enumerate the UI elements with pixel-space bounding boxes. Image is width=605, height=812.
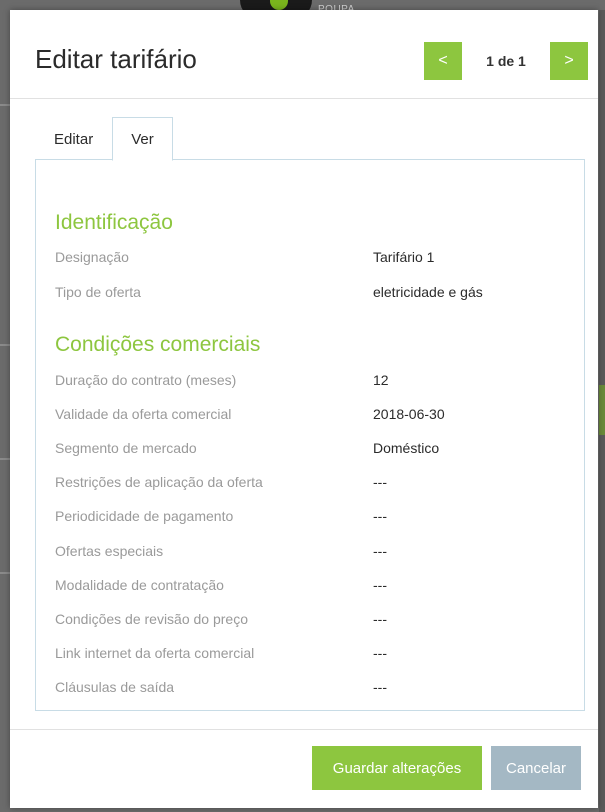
detail-row: Periodicidade de pagamento --- [55, 508, 575, 528]
detail-value: eletricidade e gás [373, 284, 483, 300]
detail-value: --- [373, 543, 387, 559]
detail-value: --- [373, 679, 387, 695]
detail-row: Modalidade de contratação --- [55, 577, 575, 597]
tab-ver[interactable]: Ver [112, 117, 173, 161]
section-title-condicoes: Condições comerciais [55, 333, 261, 356]
detail-label: Validade da oferta comercial [55, 406, 232, 422]
detail-value: --- [373, 611, 387, 627]
pager: < 1 de 1 > [424, 42, 588, 80]
previous-button[interactable]: < [424, 42, 462, 80]
detail-row: Segmento de mercado Doméstico [55, 440, 575, 460]
detail-row: Tipo de oferta eletricidade e gás [55, 284, 575, 304]
detail-row: Restrições de aplicação da oferta --- [55, 474, 575, 494]
cancel-button[interactable]: Cancelar [491, 746, 581, 790]
detail-label: Periodicidade de pagamento [55, 508, 234, 524]
detail-value: 12 [373, 372, 389, 388]
tab-bar: Editar Ver [35, 117, 173, 161]
detail-label: Link internet da oferta comercial [55, 645, 255, 661]
detail-value: 2018-06-30 [373, 406, 445, 422]
detail-label: Ofertas especiais [55, 543, 164, 559]
detail-value: Tarifário 1 [373, 249, 435, 265]
detail-value: --- [373, 645, 387, 661]
detail-value: --- [373, 474, 387, 490]
detail-label: Condições de revisão do preço [55, 611, 249, 627]
modal-footer: Guardar alterações Cancelar [10, 729, 598, 809]
detail-label: Cláusulas de saída [55, 679, 175, 695]
detail-label: Designação [55, 249, 129, 265]
detail-label: Duração do contrato (meses) [55, 372, 237, 388]
detail-row: Duração do contrato (meses) 12 [55, 372, 575, 392]
tab-editar[interactable]: Editar [35, 117, 112, 161]
detail-label: Modalidade de contratação [55, 577, 224, 593]
detail-row: Validade da oferta comercial 2018-06-30 [55, 406, 575, 426]
detail-label: Segmento de mercado [55, 440, 197, 456]
detail-row: Ofertas especiais --- [55, 543, 575, 563]
detail-label: Tipo de oferta [55, 284, 141, 300]
detail-label: Restrições de aplicação da oferta [55, 474, 263, 490]
modal-header: Editar tarifário < 1 de 1 > [10, 10, 598, 99]
next-button[interactable]: > [550, 42, 588, 80]
detail-row: Link internet da oferta comercial --- [55, 645, 575, 665]
detail-row: Condições de revisão do preço --- [55, 611, 575, 631]
background-right-accent [599, 385, 605, 435]
pager-position: 1 de 1 [486, 53, 526, 69]
detail-value: --- [373, 577, 387, 593]
detail-value: --- [373, 508, 387, 524]
detail-row: Designação Tarifário 1 [55, 249, 575, 269]
view-panel: Identificação Designação Tarifário 1 Tip… [35, 159, 585, 711]
modal-title: Editar tarifário [35, 44, 197, 74]
edit-tariff-modal: Editar tarifário < 1 de 1 > Editar Ver I… [10, 10, 598, 808]
detail-row: Cláusulas de saída --- [55, 679, 575, 699]
save-changes-button[interactable]: Guardar alterações [312, 746, 482, 790]
section-title-identificacao: Identificação [55, 211, 173, 234]
detail-value: Doméstico [373, 440, 440, 456]
